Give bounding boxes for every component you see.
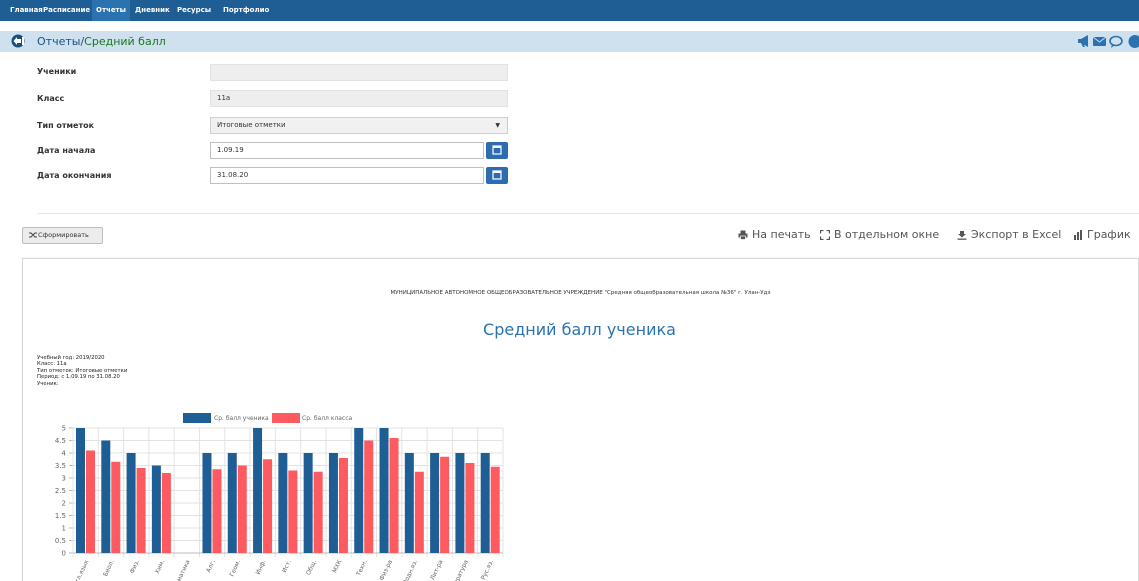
chart-label: График [1087,228,1131,241]
calendar-icon [492,145,502,155]
end-date-calendar-button[interactable] [486,167,508,184]
printer-icon [738,230,748,240]
legend-label-class: Ср. балл класса [302,415,353,422]
report-meta: Учебный год: 2019/2020 Класс: 11а Тип от… [37,355,127,387]
start-date-calendar-button[interactable] [486,142,508,159]
envelope-icon[interactable] [1092,36,1107,46]
new-window-label: В отдельном окне [834,228,940,241]
mark-type-value: Итоговые отметки [217,121,286,129]
new-window-link[interactable]: В отдельном окне [820,228,950,242]
mark-type-select[interactable]: Итоговые отметки ▼ [210,117,508,134]
top-nav: Главная Расписание Отчеты Дневник Ресурс… [0,0,1139,21]
caret-down-icon: ▼ [495,122,500,129]
generate-button[interactable]: Сформировать [22,227,103,244]
breadcrumb: Отчеты/Средний балл [37,31,166,52]
print-link[interactable]: На печать [738,228,818,242]
legend-swatch-student [183,413,211,423]
bar-chart-icon [1074,230,1082,240]
calendar-icon [492,170,502,180]
header-icons [1078,35,1139,49]
legend-label-student: Ср. балл ученика [214,415,269,422]
report-title: Средний балл ученика [483,320,676,339]
meta-period: Период: с 1.09.19 по 31.08.20 [37,374,120,381]
print-label: На печать [752,228,811,241]
nav-item-diary[interactable]: Дневник [131,0,174,21]
user-icon[interactable] [1128,35,1139,48]
breadcrumb-parent[interactable]: Отчеты [37,35,80,48]
export-excel-link[interactable]: Экспорт в Excel [957,228,1073,242]
organization-name: МУНИЦИПАЛЬНОЕ АВТОНОМНОЕ ОБЩЕОБРАЗОВАТЕЛ… [390,290,771,296]
chart-link[interactable]: График [1073,228,1139,242]
nav-item-resources[interactable]: Ресурсы [173,0,215,21]
back-icon[interactable] [11,34,27,48]
nav-item-schedule[interactable]: Расписание [39,0,94,21]
mark-type-label: Тип отметок [37,121,95,130]
nav-item-portfolio[interactable]: Портфолио [219,0,273,21]
expand-icon [820,230,830,240]
page-title: Средний балл [84,35,166,48]
students-label: Ученики [37,67,77,76]
generate-button-label: Сформировать [38,231,89,239]
shuffle-icon [29,232,37,238]
class-field[interactable]: 11а [210,90,508,107]
start-date-label: Дата начала [37,146,96,155]
meta-student: Ученик: [37,380,59,387]
megaphone-icon[interactable] [1078,35,1088,47]
export-excel-label: Экспорт в Excel [971,228,1062,241]
start-date-input[interactable]: 1.09.19 [210,142,484,159]
breadcrumb-bar: Отчеты/Средний балл [0,31,1139,52]
export-icon [957,231,967,240]
chat-icon[interactable] [1109,35,1123,49]
end-date-input[interactable]: 31.08.20 [210,167,484,184]
divider [37,213,1139,214]
legend-swatch-class [272,413,300,423]
end-date-label: Дата окончания [37,171,112,180]
class-label: Класс [37,94,65,103]
students-field[interactable] [210,64,508,81]
nav-item-reports[interactable]: Отчеты [92,0,130,21]
